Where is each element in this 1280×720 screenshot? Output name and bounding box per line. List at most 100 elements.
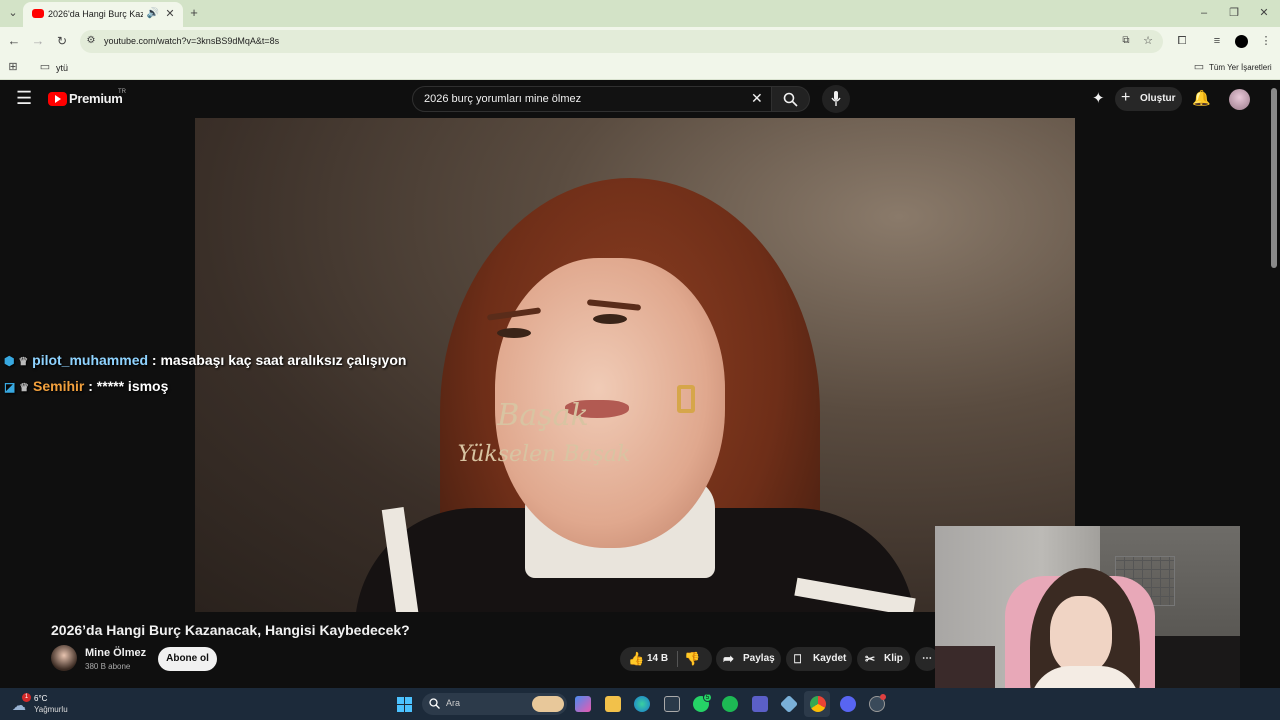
close-window-icon[interactable]: ✕ bbox=[1257, 6, 1271, 20]
overlay-sign: Başak bbox=[497, 398, 589, 433]
clip-label: Klip bbox=[884, 653, 903, 664]
youtube-logo-icon[interactable] bbox=[48, 92, 67, 106]
webcam-face bbox=[1050, 596, 1112, 674]
search-input[interactable]: 2026 burç yorumları mine ölmez bbox=[424, 93, 581, 105]
channel-name[interactable]: Mine Ölmez bbox=[85, 647, 146, 659]
hamburger-menu-icon[interactable]: ☰ bbox=[16, 88, 32, 109]
page-scrollbar[interactable] bbox=[1271, 88, 1277, 268]
badge-icon: ⬢ bbox=[4, 354, 15, 368]
sparkle-icon[interactable]: ✦ bbox=[1092, 89, 1105, 107]
weather-desc[interactable]: Yağmurlu bbox=[34, 705, 68, 714]
crown-icon: ♛ bbox=[18, 356, 29, 368]
bookmark-star-icon[interactable]: ☆ bbox=[1141, 34, 1155, 48]
eye bbox=[593, 314, 627, 324]
share-icon: ➦ bbox=[723, 651, 734, 666]
eye bbox=[497, 328, 531, 338]
install-app-icon[interactable]: ⧉ bbox=[1119, 34, 1133, 48]
earring bbox=[677, 385, 695, 413]
weather-badge: 1 bbox=[22, 693, 31, 702]
url-text: youtube.com/watch?v=3knsBS9dMqA&t=8s bbox=[104, 36, 280, 46]
profile-avatar[interactable] bbox=[1235, 35, 1248, 48]
spotify-icon[interactable] bbox=[722, 696, 738, 712]
badge-icon: ◪ bbox=[4, 380, 16, 394]
tab-search-icon[interactable]: ⌄ bbox=[6, 6, 20, 20]
like-icon[interactable]: 👍 bbox=[628, 647, 644, 671]
logo-region: TR bbox=[118, 89, 126, 95]
site-info-icon[interactable]: ⚙ bbox=[84, 34, 98, 48]
video-title: 2026’da Hangi Burç Kazanacak, Hangisi Ka… bbox=[51, 622, 410, 638]
youtube-favicon-icon bbox=[32, 9, 44, 18]
weather-temp[interactable]: 6°C bbox=[34, 694, 47, 703]
bookmarks-bar: ⊞ ▭ ytü ▭ Tüm Yer İşaretleri bbox=[0, 56, 1280, 80]
all-bookmarks-link[interactable]: Tüm Yer İşaretleri bbox=[1209, 63, 1272, 72]
plus-icon: + bbox=[1121, 89, 1131, 106]
windows-taskbar: ☁ 1 6°C Yağmurlu Ara 5 bbox=[0, 688, 1280, 720]
search-icon bbox=[783, 92, 798, 107]
chrome-icon[interactable] bbox=[810, 696, 826, 712]
share-label: Paylaş bbox=[743, 653, 775, 664]
like-count[interactable]: 14 B bbox=[647, 647, 668, 671]
save-label: Kaydet bbox=[813, 653, 847, 664]
copilot-icon[interactable] bbox=[575, 696, 591, 712]
windows-start-icon[interactable] bbox=[397, 697, 412, 712]
menu-icon[interactable]: ⋮ bbox=[1259, 34, 1273, 48]
youtube-header: ☰ Premium TR 2026 burç yorumları mine öl… bbox=[0, 80, 1280, 118]
taskbar-search-icon bbox=[429, 698, 440, 709]
save-button[interactable]: ⎕ Kaydet bbox=[786, 647, 852, 671]
file-explorer-icon[interactable] bbox=[605, 696, 621, 712]
tab-title: 2026'da Hangi Burç Kazana bbox=[48, 9, 143, 19]
browser-tab[interactable]: 2026'da Hangi Burç Kazana 🔊 ✕ bbox=[23, 2, 183, 27]
logo-text[interactable]: Premium bbox=[69, 91, 123, 106]
taskbar-search[interactable]: Ara bbox=[422, 693, 567, 715]
bookmark-icon: ⎕ bbox=[794, 652, 802, 666]
all-bookmarks-folder-icon: ▭ bbox=[1193, 61, 1205, 73]
microphone-icon bbox=[831, 91, 841, 106]
voice-search-button[interactable] bbox=[822, 85, 850, 113]
chat-line: ◪ ♛ Semihir : ***** ismoş bbox=[4, 378, 168, 394]
chat-message: : ***** ismoş bbox=[84, 378, 169, 394]
create-label: Oluştur bbox=[1140, 93, 1176, 104]
notification-dot bbox=[880, 694, 886, 700]
browser-tab-strip: ⌄ 2026'da Hangi Burç Kazana 🔊 ✕ + – ❐ ✕ bbox=[0, 0, 1280, 27]
bookmark-folder-yt[interactable]: ytü bbox=[56, 63, 68, 73]
store-icon[interactable] bbox=[664, 696, 680, 712]
reload-icon[interactable]: ↻ bbox=[55, 34, 69, 48]
chat-username: Semihir bbox=[33, 378, 85, 394]
minimize-icon[interactable]: – bbox=[1197, 6, 1211, 20]
audio-playing-icon[interactable]: 🔊 bbox=[146, 7, 160, 21]
new-tab-icon[interactable]: + bbox=[187, 6, 201, 20]
browser-toolbar: ← → ↻ ⚙ youtube.com/watch?v=3knsBS9dMqA&… bbox=[0, 27, 1280, 56]
channel-avatar[interactable] bbox=[51, 645, 77, 671]
account-avatar[interactable] bbox=[1229, 89, 1250, 110]
back-icon[interactable]: ← bbox=[7, 34, 21, 48]
chat-line: ⬢ ♛ pilot_muhammed : masabaşı kaç saat a… bbox=[4, 352, 406, 368]
subscribe-button[interactable]: Abone ol bbox=[158, 647, 217, 671]
share-button[interactable]: ➦ Paylaş bbox=[716, 647, 781, 671]
clear-search-icon[interactable]: ✕ bbox=[751, 90, 763, 107]
clip-button[interactable]: ✂ Klip bbox=[857, 647, 910, 671]
apps-grid-icon[interactable]: ⊞ bbox=[6, 60, 20, 74]
discord-icon[interactable] bbox=[840, 696, 856, 712]
search-button[interactable] bbox=[772, 86, 810, 112]
forward-icon[interactable]: → bbox=[31, 34, 45, 48]
snipping-tool-icon[interactable] bbox=[779, 694, 799, 714]
address-bar[interactable]: ⚙ youtube.com/watch?v=3knsBS9dMqA&t=8s ⧉… bbox=[80, 30, 1163, 53]
scissors-icon: ✂ bbox=[865, 652, 876, 666]
teams-icon[interactable] bbox=[752, 696, 768, 712]
subscriber-count: 380 B abone bbox=[85, 662, 131, 671]
dislike-icon[interactable]: 👎 bbox=[684, 647, 700, 671]
restore-icon[interactable]: ❐ bbox=[1227, 6, 1241, 20]
search-box[interactable]: 2026 burç yorumları mine ölmez ✕ bbox=[412, 86, 772, 112]
taskbar-search-placeholder: Ara bbox=[446, 698, 461, 708]
close-tab-icon[interactable]: ✕ bbox=[163, 7, 177, 21]
search-highlight-image bbox=[532, 696, 564, 712]
media-controls-icon[interactable]: ≡ bbox=[1210, 34, 1224, 48]
chat-username: pilot_muhammed bbox=[32, 352, 149, 368]
whatsapp-badge: 5 bbox=[703, 693, 712, 702]
crown-icon: ♛ bbox=[19, 382, 30, 394]
edge-icon[interactable] bbox=[634, 696, 650, 712]
folder-icon: ▭ bbox=[39, 61, 51, 73]
create-button[interactable]: + Oluştur bbox=[1115, 87, 1182, 111]
notifications-bell-icon[interactable]: 🔔 bbox=[1192, 89, 1211, 107]
extensions-icon[interactable]: ⧠ bbox=[1175, 34, 1189, 48]
